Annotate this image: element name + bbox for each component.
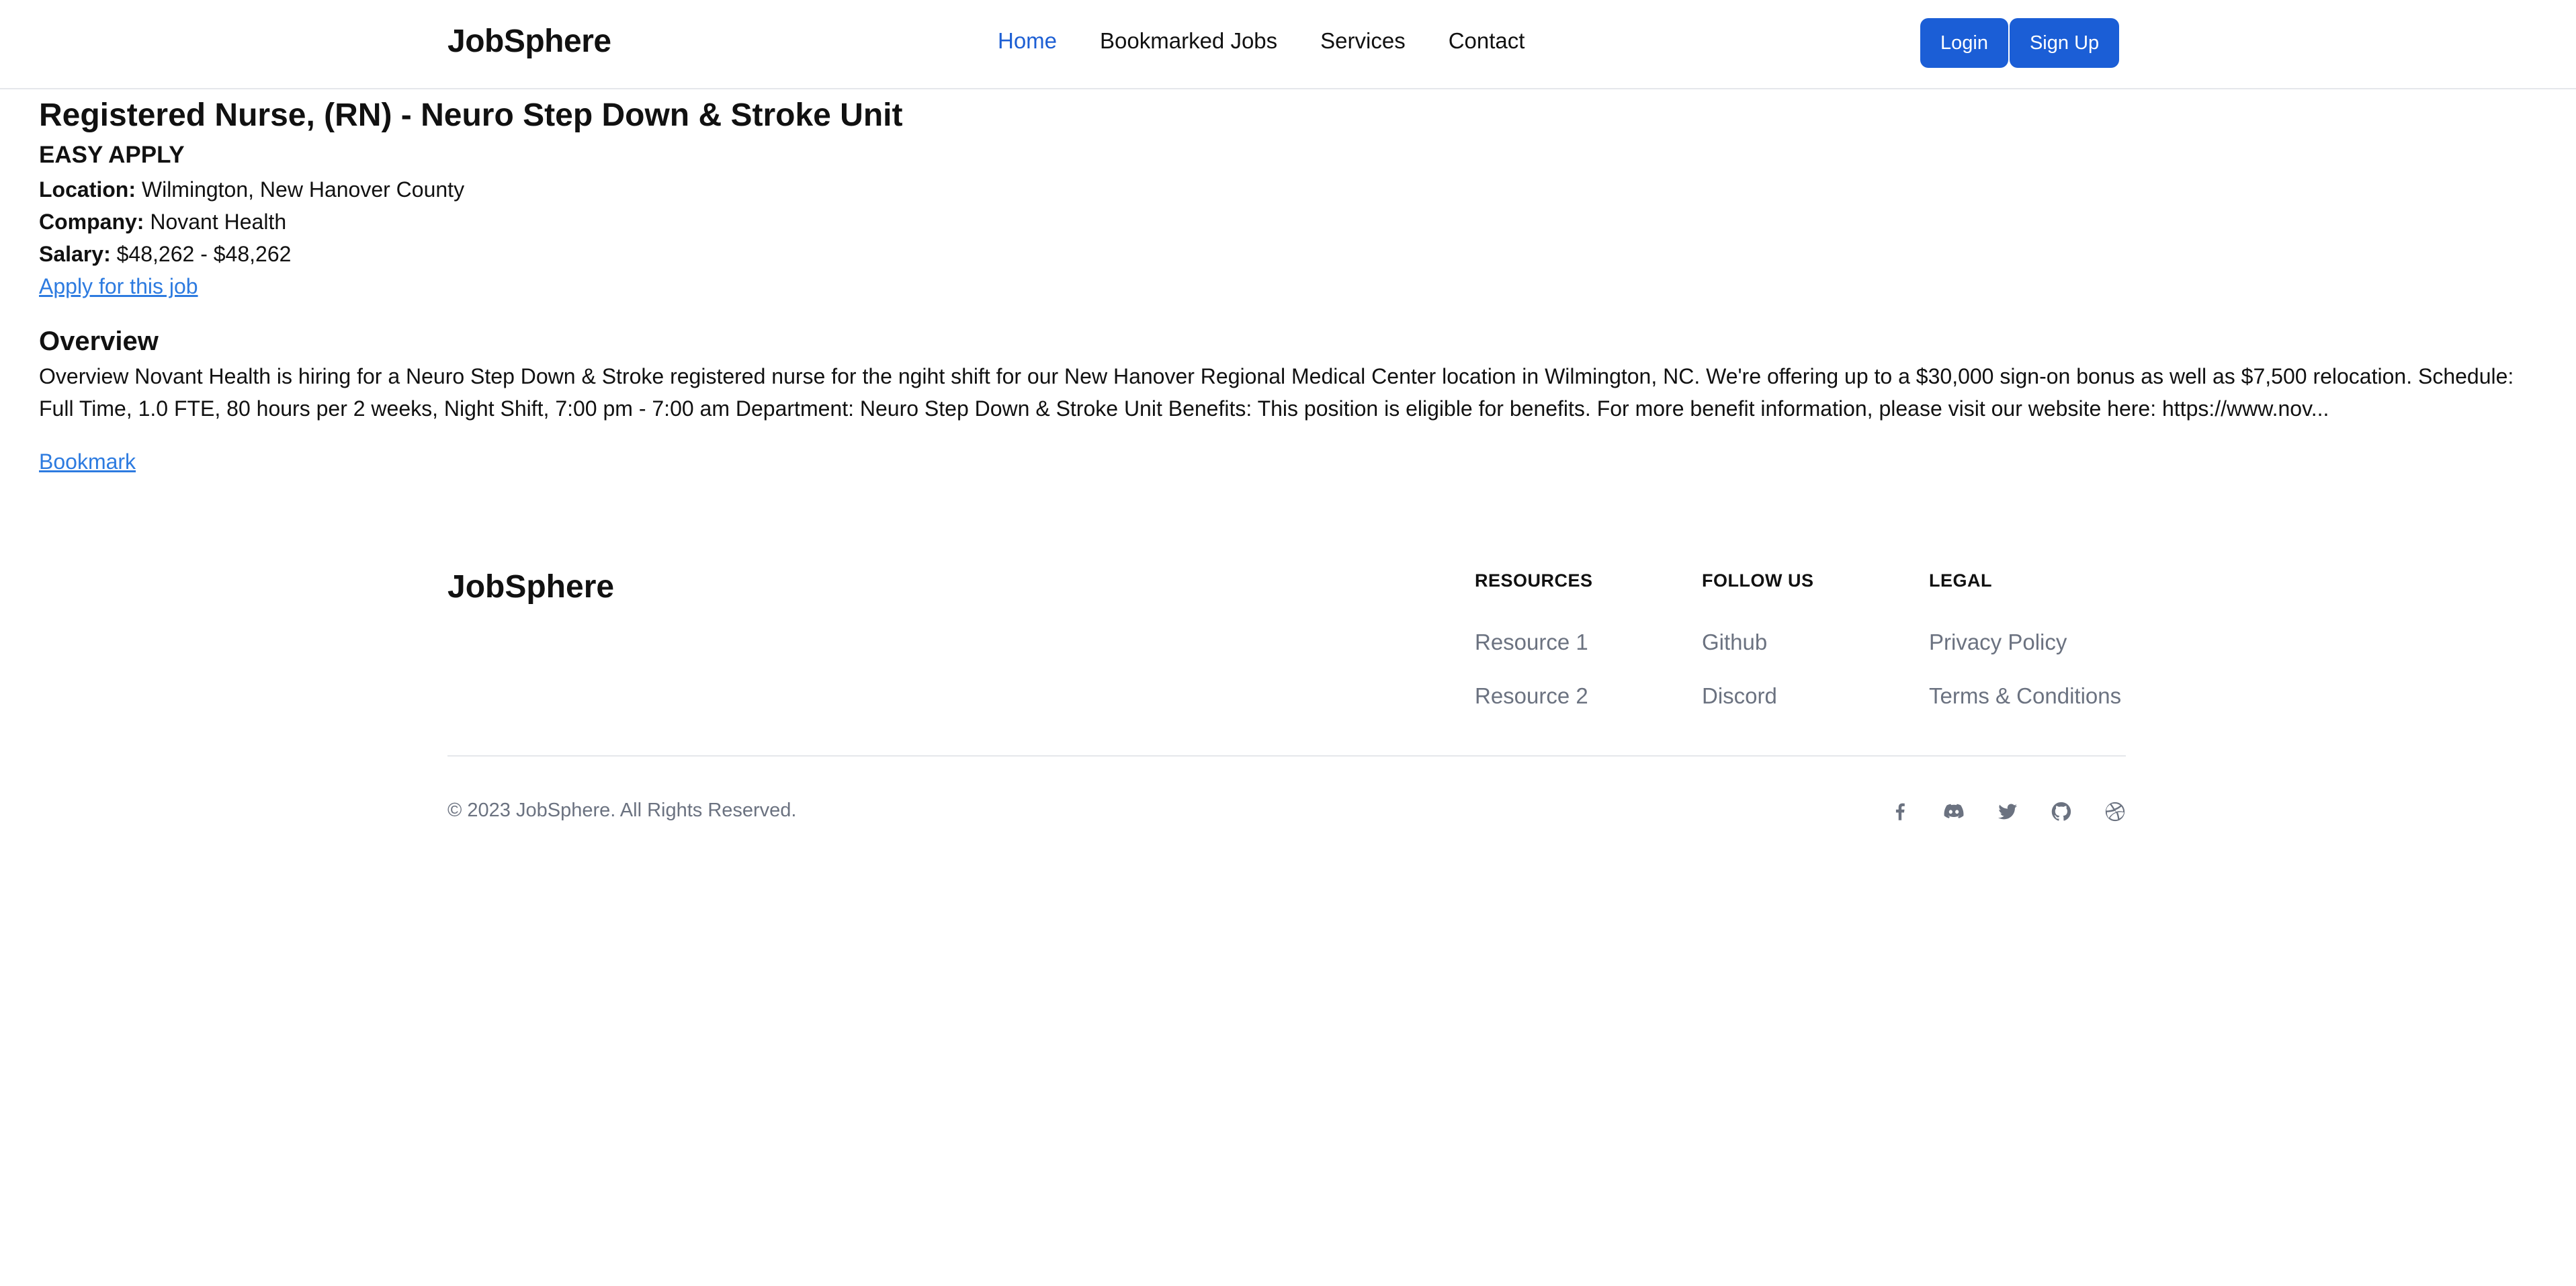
- footer-link-discord[interactable]: Discord: [1702, 683, 1813, 710]
- footer-col-legal: LEGAL Privacy Policy Terms & Conditions: [1929, 570, 2121, 710]
- nav-home[interactable]: Home: [998, 28, 1057, 54]
- job-location: Location: Wilmington, New Hanover County: [39, 173, 2538, 206]
- footer-link-resource-1[interactable]: Resource 1: [1475, 629, 1593, 656]
- footer-divider: [447, 755, 2126, 757]
- apply-link[interactable]: Apply for this job: [39, 270, 198, 302]
- footer-col-follow-us: FOLLOW US Github Discord: [1702, 570, 1813, 710]
- overview-text: Overview Novant Health is hiring for a N…: [39, 364, 2514, 421]
- footer-link-github[interactable]: Github: [1702, 629, 1813, 656]
- main-nav: Home Bookmarked Jobs Services Contact: [998, 28, 1525, 54]
- salary-value: $48,262 - $48,262: [116, 242, 292, 266]
- footer-col-resources: RESOURCES Resource 1 Resource 2: [1475, 570, 1593, 710]
- overview-heading: Overview: [39, 327, 159, 356]
- bookmark-link[interactable]: Bookmark: [39, 445, 136, 478]
- nav-bookmarked-jobs[interactable]: Bookmarked Jobs: [1100, 28, 1277, 54]
- footer-heading-follow-us: FOLLOW US: [1702, 570, 1814, 591]
- login-button[interactable]: Login: [1920, 18, 2008, 68]
- company-label: Company:: [39, 210, 144, 234]
- footer-heading-resources: RESOURCES: [1475, 570, 1593, 591]
- easy-apply-badge: EASY APPLY: [39, 142, 185, 168]
- footer-link-terms[interactable]: Terms & Conditions: [1929, 683, 2121, 710]
- facebook-icon[interactable]: [1888, 800, 1912, 824]
- top-navbar: JobSphere Home Bookmarked Jobs Services …: [0, 0, 2576, 89]
- location-label: Location:: [39, 177, 136, 202]
- dribbble-icon[interactable]: [2103, 800, 2127, 824]
- copyright-text: © 2023 JobSphere. All Rights Reserved.: [447, 800, 797, 821]
- footer-brand[interactable]: JobSphere: [447, 568, 614, 605]
- salary-label: Salary:: [39, 242, 111, 266]
- job-salary: Salary: $48,262 - $48,262: [39, 238, 2538, 270]
- nav-services[interactable]: Services: [1320, 28, 1406, 54]
- twitter-icon[interactable]: [1995, 800, 2020, 824]
- job-detail: Registered Nurse, (RN) - Neuro Step Down…: [39, 94, 2538, 478]
- social-links: [1888, 800, 2127, 824]
- nav-contact[interactable]: Contact: [1449, 28, 1525, 54]
- auth-buttons: Login Sign Up: [1920, 18, 2120, 68]
- job-title: Registered Nurse, (RN) - Neuro Step Down…: [39, 97, 903, 133]
- github-icon[interactable]: [2049, 800, 2073, 824]
- brand-logo[interactable]: JobSphere: [447, 23, 611, 60]
- footer-link-resource-2[interactable]: Resource 2: [1475, 683, 1593, 710]
- discord-icon[interactable]: [1942, 800, 1966, 824]
- footer-heading-legal: LEGAL: [1929, 570, 1992, 591]
- footer-link-privacy-policy[interactable]: Privacy Policy: [1929, 629, 2121, 656]
- company-value: Novant Health: [150, 210, 287, 234]
- signup-button[interactable]: Sign Up: [2009, 18, 2120, 68]
- location-value: Wilmington, New Hanover County: [141, 177, 465, 202]
- job-company: Company: Novant Health: [39, 206, 2538, 238]
